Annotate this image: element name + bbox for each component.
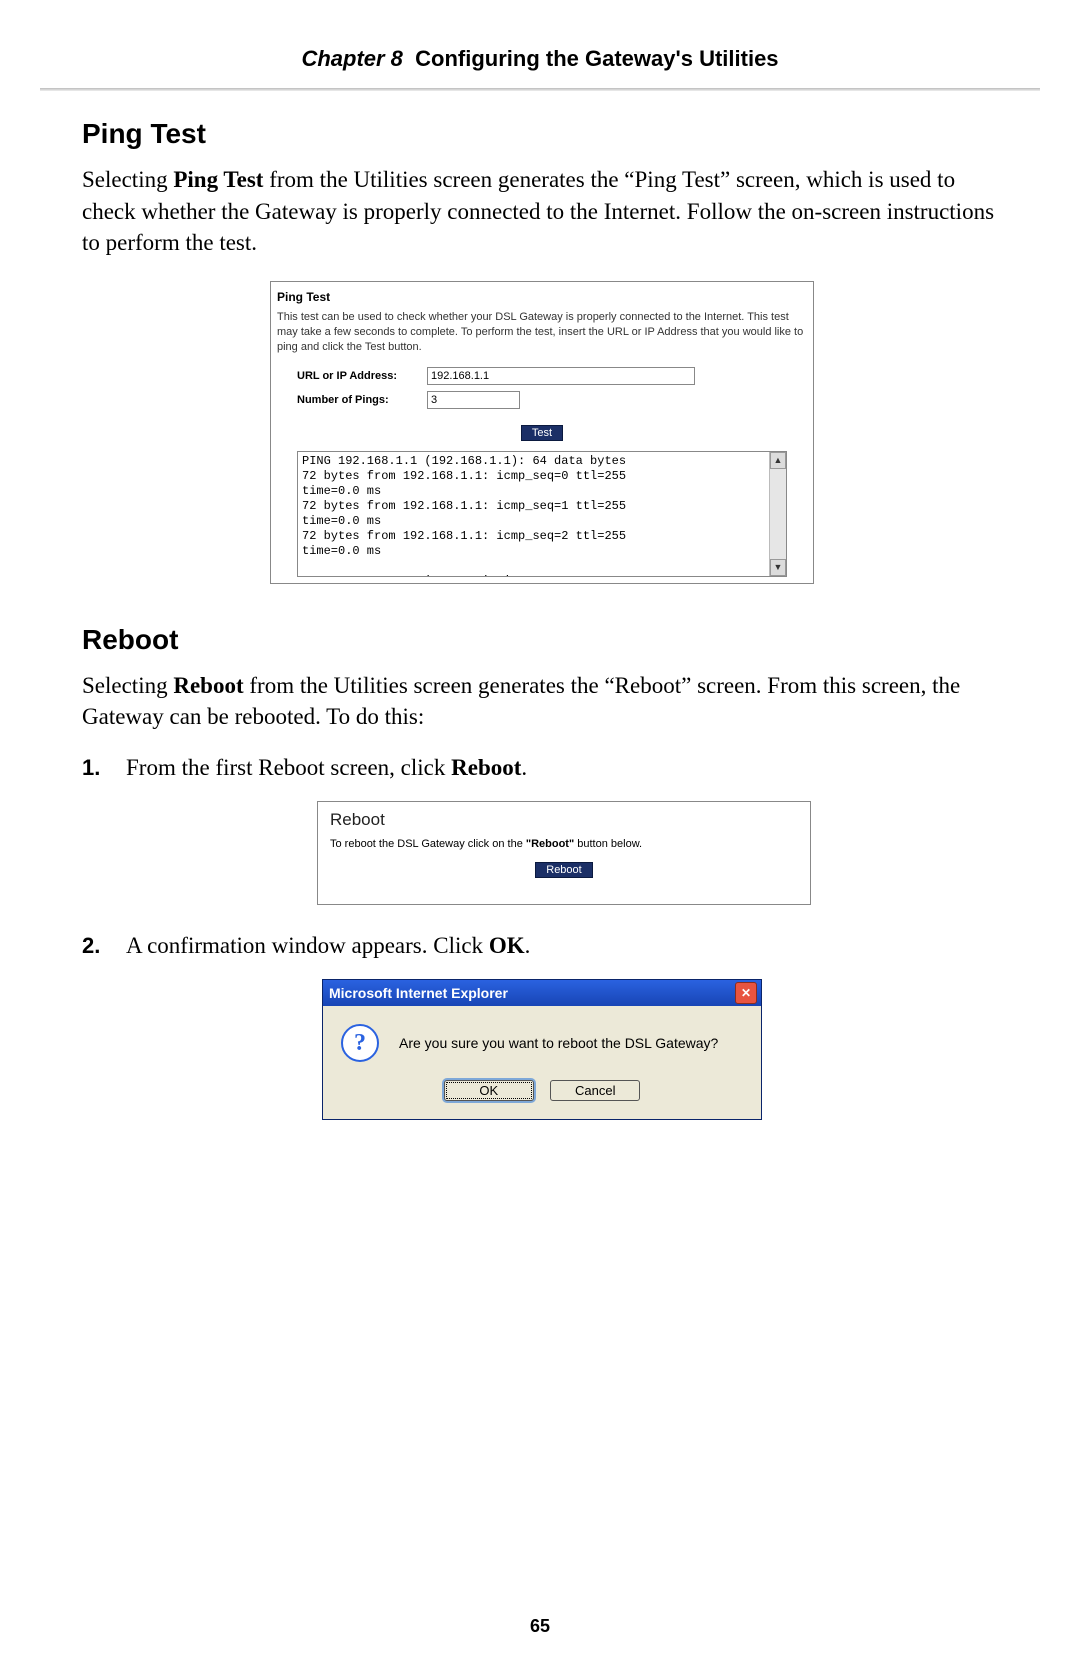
reboot-panel-description: To reboot the DSL Gateway click on the "… [330, 838, 804, 850]
test-button[interactable]: Test [521, 425, 563, 441]
reboot-panel-title: Reboot [330, 810, 804, 830]
chapter-header: Chapter 8 Configuring the Gateway's Util… [0, 46, 1080, 72]
question-icon: ? [341, 1024, 379, 1062]
header-divider [40, 88, 1040, 91]
dialog-message: Are you sure you want to reboot the DSL … [399, 1035, 718, 1051]
ping-test-paragraph: Selecting Ping Test from the Utilities s… [82, 164, 1002, 259]
reboot-panel: Reboot To reboot the DSL Gateway click o… [317, 801, 811, 905]
chapter-label: Chapter 8 [301, 46, 402, 71]
reboot-heading: Reboot [82, 624, 1002, 656]
close-icon[interactable]: ✕ [735, 982, 757, 1004]
scroll-down-icon[interactable]: ▼ [770, 559, 786, 576]
step-1: 1. From the first Reboot screen, click R… [82, 755, 1002, 781]
url-or-ip-label: URL or IP Address: [297, 370, 427, 382]
number-of-pings-label: Number of Pings: [297, 394, 427, 406]
ping-output-scrollbar[interactable]: ▲ ▼ [769, 452, 786, 576]
reboot-paragraph: Selecting Reboot from the Utilities scre… [82, 670, 1002, 733]
number-of-pings-input[interactable] [427, 391, 520, 409]
dialog-titlebar[interactable]: Microsoft Internet Explorer ✕ [323, 980, 761, 1006]
dialog-title: Microsoft Internet Explorer [329, 985, 508, 1001]
ping-test-panel: Ping Test This test can be used to check… [270, 281, 814, 584]
page-number: 65 [0, 1616, 1080, 1637]
ping-test-heading: Ping Test [82, 118, 1002, 150]
ping-output-textarea[interactable]: PING 192.168.1.1 (192.168.1.1): 64 data … [297, 451, 787, 577]
step-2: 2. A confirmation window appears. Click … [82, 933, 1002, 959]
scroll-up-icon[interactable]: ▲ [770, 452, 786, 469]
ping-panel-description: This test can be used to check whether y… [277, 310, 807, 355]
ping-panel-title: Ping Test [277, 290, 807, 304]
chapter-title: Configuring the Gateway's Utilities [415, 46, 778, 71]
cancel-button[interactable]: Cancel [550, 1080, 640, 1101]
confirmation-dialog: Microsoft Internet Explorer ✕ ? Are you … [322, 979, 762, 1120]
url-or-ip-input[interactable] [427, 367, 695, 385]
reboot-button[interactable]: Reboot [535, 862, 592, 878]
ok-button[interactable]: OK [444, 1080, 534, 1101]
